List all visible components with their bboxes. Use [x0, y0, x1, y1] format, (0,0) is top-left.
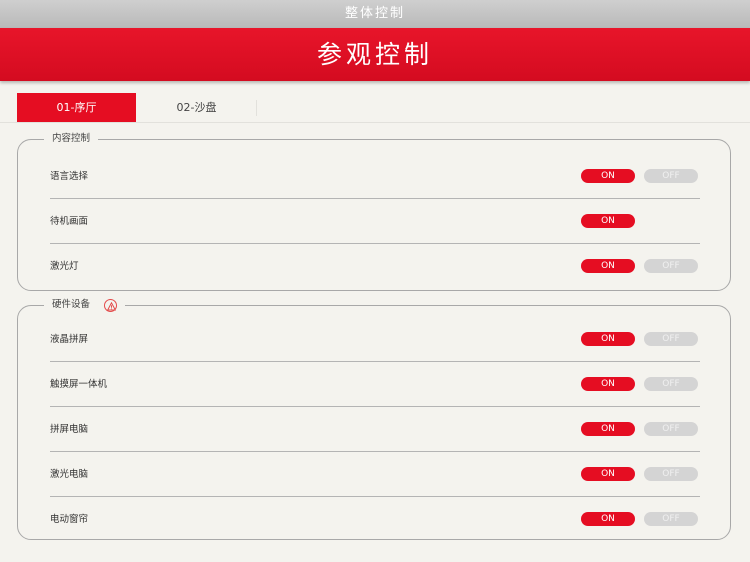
row-language-select: 语言选择 ON OFF — [50, 154, 700, 199]
row-label: 触摸屏一体机 — [50, 379, 108, 390]
laser-pc-on-button[interactable]: ON — [581, 467, 635, 481]
top-title: 整体控制 — [344, 6, 405, 21]
panel-title: 内容控制 — [44, 132, 99, 146]
row-electric-curtain: 电动窗帘 ON OFF — [50, 497, 700, 542]
tab-bar: 01-序厅 02-沙盘 — [0, 92, 750, 123]
row-label: 电动窗帘 — [50, 514, 89, 525]
tab-divider — [256, 100, 257, 116]
row-label: 语言选择 — [50, 171, 89, 182]
main-title-bar: 参观控制 — [0, 28, 750, 81]
laser-light-off-button[interactable]: OFF — [644, 259, 698, 273]
laser-light-on-button[interactable]: ON — [581, 259, 635, 273]
top-title-bar: 整体控制 — [0, 0, 750, 28]
content-control-title: 内容控制 — [52, 133, 91, 144]
hardware-panel: 硬件设备 液晶拼屏 ON OFF 触摸屏一体机 ON OFF 拼屏电脑 ON O… — [17, 298, 731, 542]
wall-pc-off-button[interactable]: OFF — [644, 422, 698, 436]
standby-on-button[interactable]: ON — [581, 214, 635, 228]
tab-01-lobby[interactable]: 01-序厅 — [17, 93, 136, 122]
row-laser-light: 激光灯 ON OFF — [50, 244, 700, 289]
wall-pc-on-button[interactable]: ON — [581, 422, 635, 436]
row-lcd-wall: 液晶拼屏 ON OFF — [50, 317, 700, 362]
row-standby-screen: 待机画面 ON — [50, 199, 700, 244]
touch-kiosk-on-button[interactable]: ON — [581, 377, 635, 391]
row-laser-pc: 激光电脑 ON OFF — [50, 452, 700, 497]
page-title: 参观控制 — [316, 40, 433, 69]
hardware-title: 硬件设备 — [52, 299, 91, 310]
lcd-wall-off-button[interactable]: OFF — [644, 332, 698, 346]
row-label: 待机画面 — [50, 216, 89, 227]
row-label: 拼屏电脑 — [50, 424, 89, 435]
warning-icon[interactable] — [104, 298, 118, 312]
row-label: 液晶拼屏 — [50, 334, 89, 345]
panel-title: 硬件设备 — [44, 298, 126, 312]
row-label: 激光电脑 — [50, 469, 89, 480]
row-touch-kiosk: 触摸屏一体机 ON OFF — [50, 362, 700, 407]
language-on-button[interactable]: ON — [581, 169, 635, 183]
curtain-off-button[interactable]: OFF — [644, 512, 698, 526]
content-control-panel: 内容控制 语言选择 ON OFF 待机画面 ON 激光灯 ON OFF — [17, 132, 731, 291]
row-label: 激光灯 — [50, 261, 79, 272]
curtain-on-button[interactable]: ON — [581, 512, 635, 526]
language-off-button[interactable]: OFF — [644, 169, 698, 183]
lcd-wall-on-button[interactable]: ON — [581, 332, 635, 346]
row-wall-pc: 拼屏电脑 ON OFF — [50, 407, 700, 452]
laser-pc-off-button[interactable]: OFF — [644, 467, 698, 481]
tab-02-sandtable[interactable]: 02-沙盘 — [137, 93, 256, 122]
touch-kiosk-off-button[interactable]: OFF — [644, 377, 698, 391]
